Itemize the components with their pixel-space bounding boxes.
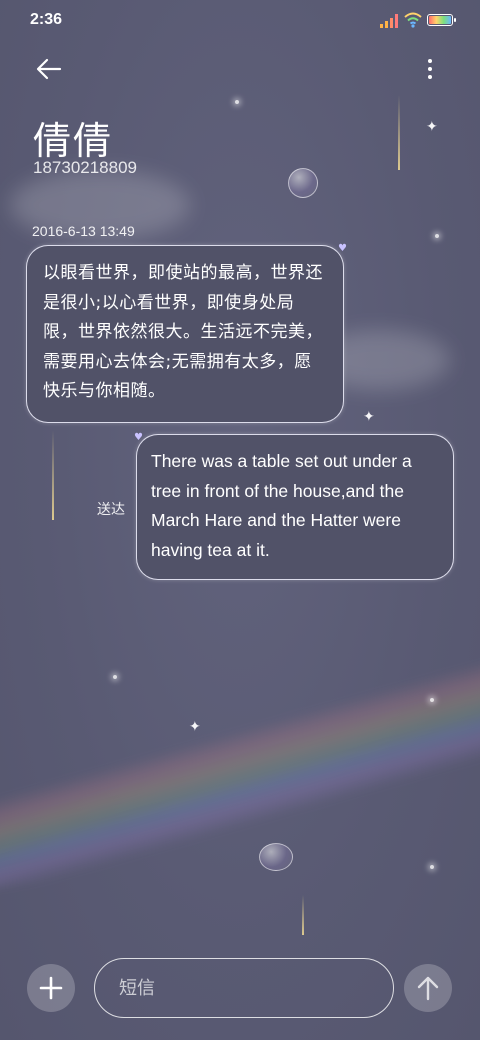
message-input-container	[94, 958, 394, 1018]
add-attachment-button[interactable]	[27, 964, 75, 1012]
signal-icon	[380, 14, 398, 28]
soap-bubble-decoration	[288, 168, 318, 198]
plus-icon	[39, 976, 63, 1000]
message-timestamp: 2016-6-13 13:49	[32, 223, 135, 239]
star-decoration	[235, 100, 239, 104]
contact-name: 倩倩	[33, 119, 114, 163]
back-button[interactable]	[30, 52, 66, 88]
incoming-message-bubble[interactable]: 以眼看世界，即使站的最高，世界还是很小;以心看世界，即使身处局限，世界依然很大。…	[26, 245, 344, 423]
meteor-decoration	[302, 895, 304, 935]
wifi-icon	[404, 12, 422, 28]
status-bar: 2:36	[0, 0, 480, 40]
more-vertical-icon	[428, 59, 432, 63]
message-input[interactable]	[117, 959, 371, 1018]
star-decoration	[435, 234, 439, 238]
heart-bubble-decoration	[259, 843, 293, 871]
meteor-decoration	[398, 95, 400, 170]
sparkle-decoration: ✦	[363, 409, 375, 425]
arrow-up-icon	[417, 976, 439, 1001]
more-options-button[interactable]	[414, 52, 446, 88]
outgoing-message-bubble[interactable]: There was a table set out under a tree i…	[136, 434, 454, 580]
star-decoration	[113, 675, 117, 679]
heart-icon: ♥	[134, 432, 143, 443]
rainbow-decoration	[0, 646, 480, 894]
star-decoration	[430, 865, 434, 869]
status-time: 2:36	[30, 11, 63, 28]
heart-icon: ♥	[338, 243, 347, 254]
send-button[interactable]	[404, 964, 452, 1012]
meteor-decoration	[52, 430, 54, 520]
contact-number: 18730218809	[33, 158, 138, 177]
battery-icon	[427, 14, 456, 26]
delivery-status: 送达	[97, 502, 125, 518]
message-text: There was a table set out under a tree i…	[151, 451, 412, 560]
sparkle-decoration: ✦	[426, 119, 438, 135]
sparkle-decoration: ✦	[189, 719, 201, 735]
message-text: 以眼看世界，即使站的最高，世界还是很小;以心看世界，即使身处局限，世界依然很大。…	[43, 263, 323, 401]
star-decoration	[430, 698, 434, 702]
messaging-screen: ✦ ✦ ✦ 2:36 倩倩 18730218809 2016-6-13 13:4…	[0, 0, 480, 1040]
arrow-left-icon	[36, 58, 62, 80]
